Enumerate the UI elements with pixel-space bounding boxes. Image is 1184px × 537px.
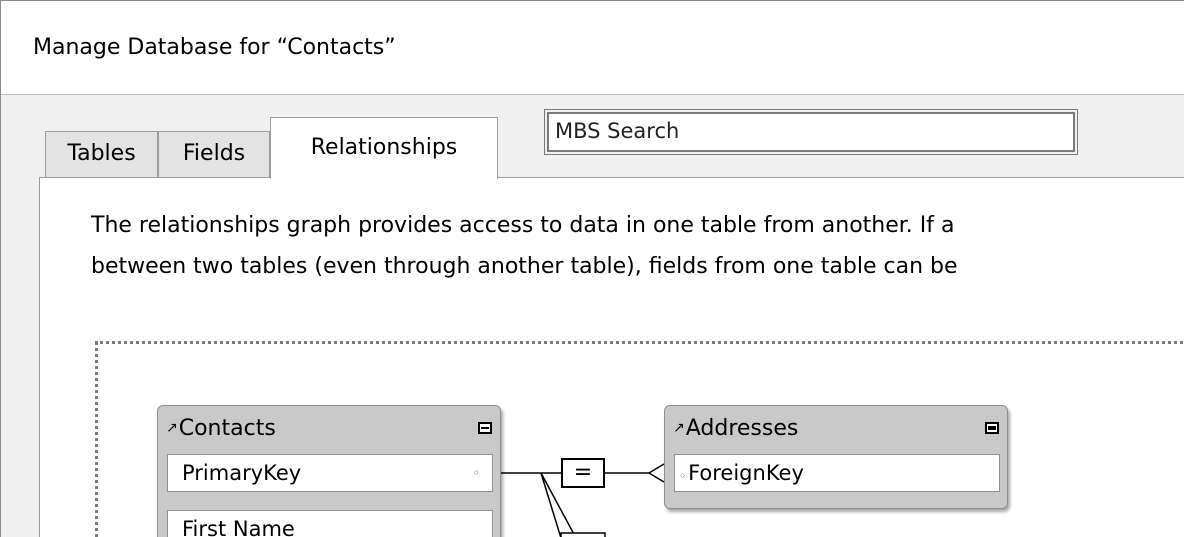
collapse-toggle-icon[interactable] <box>985 422 999 434</box>
field-foreignkey[interactable]: ◦ForeignKey <box>674 454 1000 492</box>
external-arrow-icon: ↗ <box>673 420 685 436</box>
tab-tables[interactable]: Tables <box>45 131 158 177</box>
tab-relationships[interactable]: Relationships <box>270 117 498 179</box>
tab-fields[interactable]: Fields <box>158 131 270 177</box>
table-header-addresses[interactable]: ↗Addresses <box>673 416 798 441</box>
field-first-name[interactable]: First Name <box>167 510 493 537</box>
field-label: First Name <box>182 517 295 537</box>
description-line-1: The relationships graph provides access … <box>91 213 955 238</box>
table-name-contacts: Contacts <box>178 416 276 441</box>
manage-database-dialog: Manage Database for “Contacts” Tables Fi… <box>0 0 1184 537</box>
table-occurrence-addresses[interactable]: ↗Addresses ◦ForeignKey <box>664 405 1008 509</box>
tab-fields-label: Fields <box>182 141 246 166</box>
key-indicator-icon: ◦ <box>679 469 687 483</box>
field-label: PrimaryKey <box>182 461 302 485</box>
tab-relationships-label: Relationships <box>310 135 458 160</box>
key-indicator-icon: ◦ <box>472 466 480 480</box>
title-bar: Manage Database for “Contacts” <box>1 1 1184 95</box>
field-label: ForeignKey <box>688 461 804 485</box>
collapse-toggle-icon[interactable] <box>478 422 492 434</box>
tab-tables-label: Tables <box>67 141 136 166</box>
dialog-title: Manage Database for “Contacts” <box>33 35 396 60</box>
table-name-addresses: Addresses <box>685 416 799 441</box>
description-line-2: between two tables (even through another… <box>91 254 958 279</box>
external-arrow-icon: ↗ <box>166 420 178 436</box>
field-primarykey[interactable]: PrimaryKey ◦ <box>167 454 493 492</box>
relationship-operator-button[interactable]: = <box>561 458 605 488</box>
table-header-contacts[interactable]: ↗Contacts <box>166 416 276 441</box>
search-input[interactable]: MBS Search <box>544 109 1078 155</box>
relationship-operator: = <box>573 460 593 485</box>
table-occurrence-contacts[interactable]: ↗Contacts PrimaryKey ◦ First Name <box>157 405 501 537</box>
